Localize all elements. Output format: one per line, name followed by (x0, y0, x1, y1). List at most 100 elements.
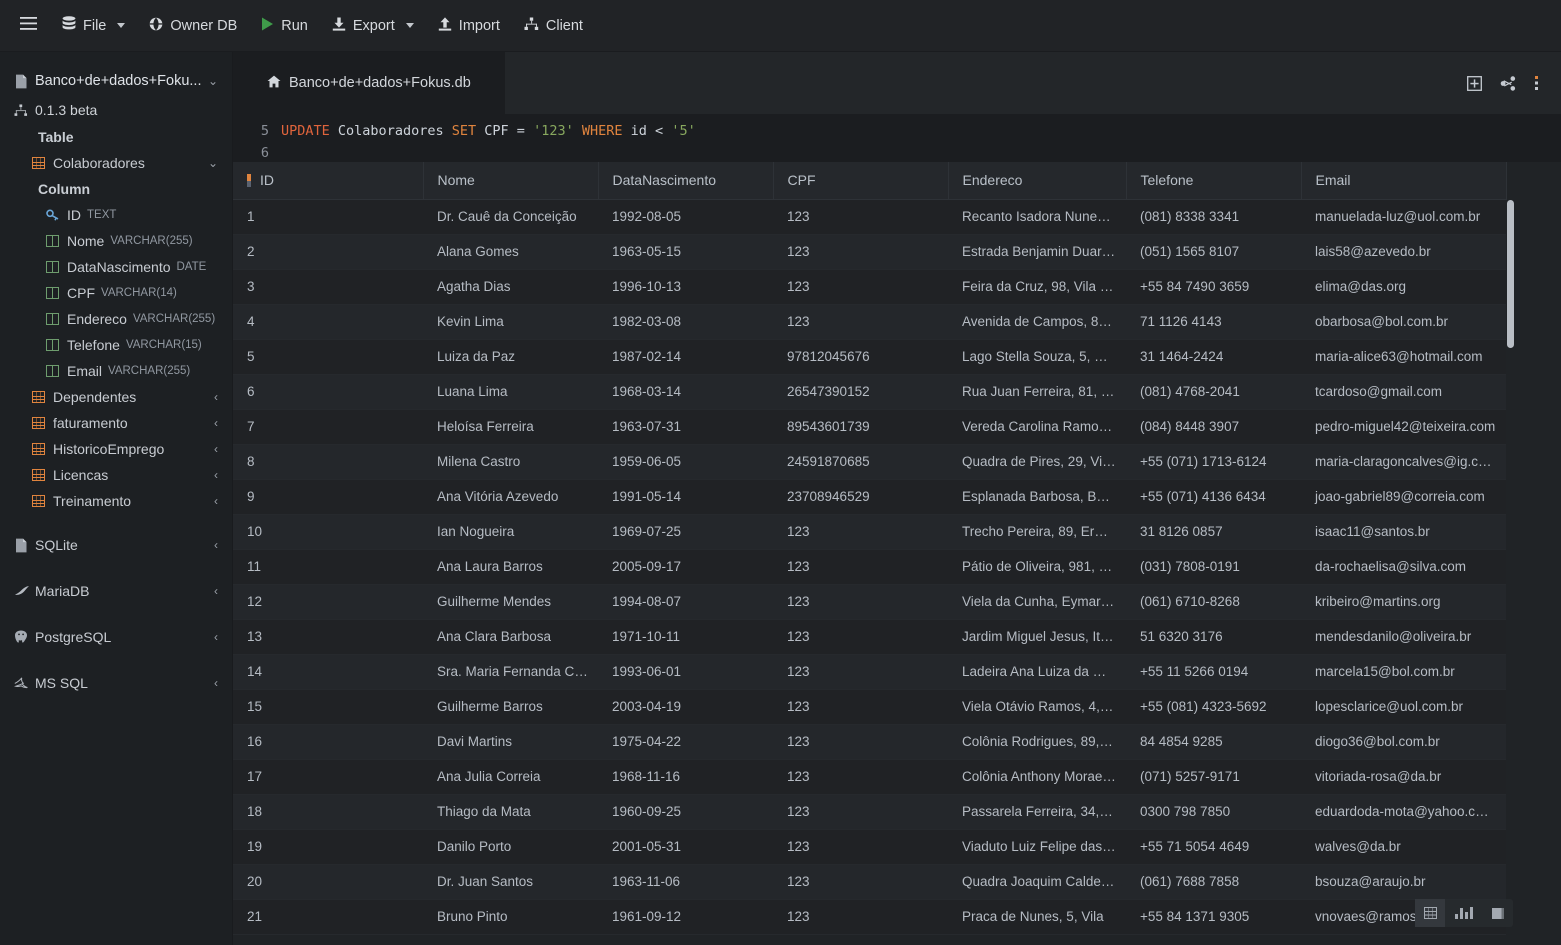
column-header-telefone[interactable]: Telefone (1126, 162, 1302, 200)
cell-nome[interactable]: Luiza da Paz (423, 339, 598, 375)
cell-cpf[interactable]: 123 (773, 899, 948, 935)
column-header-nome[interactable]: Nome (423, 162, 599, 200)
more-options-button[interactable] (1534, 75, 1539, 91)
cell-email[interactable]: diogo36@bol.com.br (1301, 724, 1506, 760)
table-row[interactable]: 13 Ana Clara Barbosa 1971-10-11 123 Jardim M… (233, 619, 1506, 655)
cell-datanascimento[interactable]: 1982-03-08 (598, 304, 773, 340)
sidebar-item-colaboradores[interactable]: Colaboradores ⌄ (0, 150, 232, 176)
cell-telefone[interactable]: (081) 8338 3341 (1126, 199, 1301, 235)
cell-cpf[interactable]: 123 (773, 864, 948, 900)
column-header-endereco[interactable]: Endereco (948, 162, 1127, 200)
cell-cpf[interactable]: 123 (773, 619, 948, 655)
cell-datanascimento[interactable]: 2005-09-17 (598, 549, 773, 585)
cell-datanascimento[interactable]: 1994-08-07 (598, 584, 773, 620)
cell-id[interactable]: 11 (233, 549, 423, 585)
cell-id[interactable]: 4 (233, 304, 423, 340)
cell-datanascimento[interactable]: 1961-09-12 (598, 899, 773, 935)
cell-telefone[interactable]: +55 11 5266 0194 (1126, 654, 1301, 690)
table-row[interactable]: 19 Danilo Porto 2001-05-31 123 Viaduto Luiz … (233, 829, 1506, 865)
cell-telefone[interactable]: +55 84 7490 3659 (1126, 269, 1301, 305)
cell-id[interactable]: 20 (233, 864, 423, 900)
cell-endereco[interactable]: Colônia Rodrigues, 89, Á... (948, 724, 1126, 760)
cell-endereco[interactable]: Rua Juan Ferreira, 81, Di... (948, 374, 1126, 410)
cell-id[interactable]: 16 (233, 724, 423, 760)
column-header-datanascimento[interactable]: DataNascimento (598, 162, 774, 200)
sidebar-column-id[interactable]: ID TEXT (0, 202, 232, 228)
cell-cpf[interactable]: 123 (773, 549, 948, 585)
client-button[interactable]: Client (513, 10, 594, 42)
cell-telefone[interactable]: 31 1464-2424 (1126, 339, 1301, 375)
cell-nome[interactable]: Thiago da Mata (423, 794, 598, 830)
table-row[interactable]: 20 Dr. Juan Santos 1963-11-06 123 Quadra Joa… (233, 864, 1506, 900)
cell-telefone[interactable]: +55 84 1371 9305 (1126, 899, 1301, 935)
cell-email[interactable]: tcardoso@gmail.com (1301, 374, 1506, 410)
cell-datanascimento[interactable]: 2001-05-31 (598, 829, 773, 865)
cell-id[interactable]: 2 (233, 234, 423, 270)
sidebar-engine-mariadb[interactable]: MariaDB ‹ (0, 576, 232, 606)
table-row[interactable]: 16 Davi Martins 1975-04-22 123 Colônia Rodri… (233, 724, 1506, 760)
sidebar-engine-sqlite[interactable]: SQLite ‹ (0, 530, 232, 560)
cell-email[interactable]: mendesdanilo@oliveira.br (1301, 619, 1506, 655)
cell-cpf[interactable]: 89543601739 (773, 409, 948, 445)
cell-id[interactable]: 9 (233, 479, 423, 515)
sidebar-column-endereco[interactable]: Endereco VARCHAR(255) (0, 306, 232, 332)
cell-telefone[interactable]: +55 (071) 1713-6124 (1126, 444, 1301, 480)
chevron-left-icon[interactable]: ‹ (214, 416, 218, 430)
share-button[interactable] (1500, 75, 1516, 91)
cell-cpf[interactable]: 97812045676 (773, 339, 948, 375)
cell-id[interactable]: 7 (233, 409, 423, 445)
table-row[interactable]: 9 Ana Vitória Azevedo 1991-05-14 2370894652… (233, 479, 1506, 515)
vertical-scrollbar-thumb[interactable] (1507, 200, 1514, 348)
cell-telefone[interactable]: (071) 5257-9171 (1126, 759, 1301, 795)
table-row[interactable]: 14 Sra. Maria Fernanda Cal... 1993-06-01 12… (233, 654, 1506, 690)
cell-endereco[interactable]: Quadra Joaquim Caldeir... (948, 864, 1126, 900)
cell-cpf[interactable]: 123 (773, 794, 948, 830)
column-header-email[interactable]: Email (1301, 162, 1507, 200)
cell-datanascimento[interactable]: 2003-04-19 (598, 689, 773, 725)
cell-id[interactable]: 15 (233, 689, 423, 725)
table-row[interactable]: 10 Ian Nogueira 1969-07-25 123 Trecho Pereir… (233, 514, 1506, 550)
cell-endereco[interactable]: Praca de Nunes, 5, Vila (948, 899, 1126, 935)
cell-email[interactable]: eduardoda-mota@yahoo.com.br (1301, 794, 1506, 830)
chevron-left-icon[interactable]: ‹ (214, 442, 218, 456)
table-row[interactable]: 2 Alana Gomes 1963-05-15 123 Estrada Benjami… (233, 234, 1506, 270)
cell-email[interactable]: da-rochaelisa@silva.com (1301, 549, 1506, 585)
export-button[interactable]: Export (321, 10, 425, 42)
cell-cpf[interactable]: 123 (773, 304, 948, 340)
cell-cpf[interactable]: 123 (773, 584, 948, 620)
cell-endereco[interactable]: Vereda Carolina Ramos, ... (948, 409, 1126, 445)
cell-id[interactable]: 1 (233, 199, 423, 235)
cell-nome[interactable]: Ana Laura Barros (423, 549, 598, 585)
cell-telefone[interactable]: +55 (071) 4136 6434 (1126, 479, 1301, 515)
cell-cpf[interactable]: 123 (773, 199, 948, 235)
cell-id[interactable]: 18 (233, 794, 423, 830)
sidebar-column-telefone[interactable]: Telefone VARCHAR(15) (0, 332, 232, 358)
cell-endereco[interactable]: Avenida de Campos, 87, ... (948, 304, 1126, 340)
table-row[interactable]: 8 Milena Castro 1959-06-05 24591870685 Quadr… (233, 444, 1506, 480)
table-row[interactable]: 6 Luana Lima 1968-03-14 26547390152 Rua Juan… (233, 374, 1506, 410)
cell-endereco[interactable]: Viela da Cunha, Eymard,... (948, 584, 1126, 620)
chevron-left-icon[interactable]: ‹ (214, 390, 218, 404)
cell-cpf[interactable]: 123 (773, 724, 948, 760)
cell-telefone[interactable]: 51 6320 3176 (1126, 619, 1301, 655)
cell-datanascimento[interactable]: 1959-06-05 (598, 444, 773, 480)
cell-endereco[interactable]: Quadra de Pires, 29, Vila... (948, 444, 1126, 480)
cell-nome[interactable]: Bruno Pinto (423, 899, 598, 935)
cell-nome[interactable]: Ian Nogueira (423, 514, 598, 550)
chart-view-button[interactable] (1449, 899, 1479, 927)
cell-email[interactable]: maria-alice63@hotmail.com (1301, 339, 1506, 375)
cell-nome[interactable]: Dr. Juan Santos (423, 864, 598, 900)
cell-id[interactable]: 3 (233, 269, 423, 305)
cell-telefone[interactable]: +55 71 5054 4649 (1126, 829, 1301, 865)
table-row[interactable]: 11 Ana Laura Barros 2005-09-17 123 Pátio de … (233, 549, 1506, 585)
cell-telefone[interactable]: (084) 8448 3907 (1126, 409, 1301, 445)
chevron-left-icon[interactable]: ‹ (214, 676, 218, 690)
cell-cpf[interactable]: 123 (773, 234, 948, 270)
table-row[interactable]: 3 Agatha Dias 1996-10-13 123 Feira da Cruz, … (233, 269, 1506, 305)
chevron-left-icon[interactable]: ‹ (214, 630, 218, 644)
doc-view-button[interactable] (1483, 899, 1513, 927)
chevron-left-icon[interactable]: ‹ (214, 494, 218, 508)
chevron-left-icon[interactable]: ‹ (214, 538, 218, 552)
cell-endereco[interactable]: Recanto Isadora Nunes, ... (948, 199, 1126, 235)
sidebar-database-root[interactable]: Banco+de+dados+Foku... ⌄ (0, 66, 232, 96)
